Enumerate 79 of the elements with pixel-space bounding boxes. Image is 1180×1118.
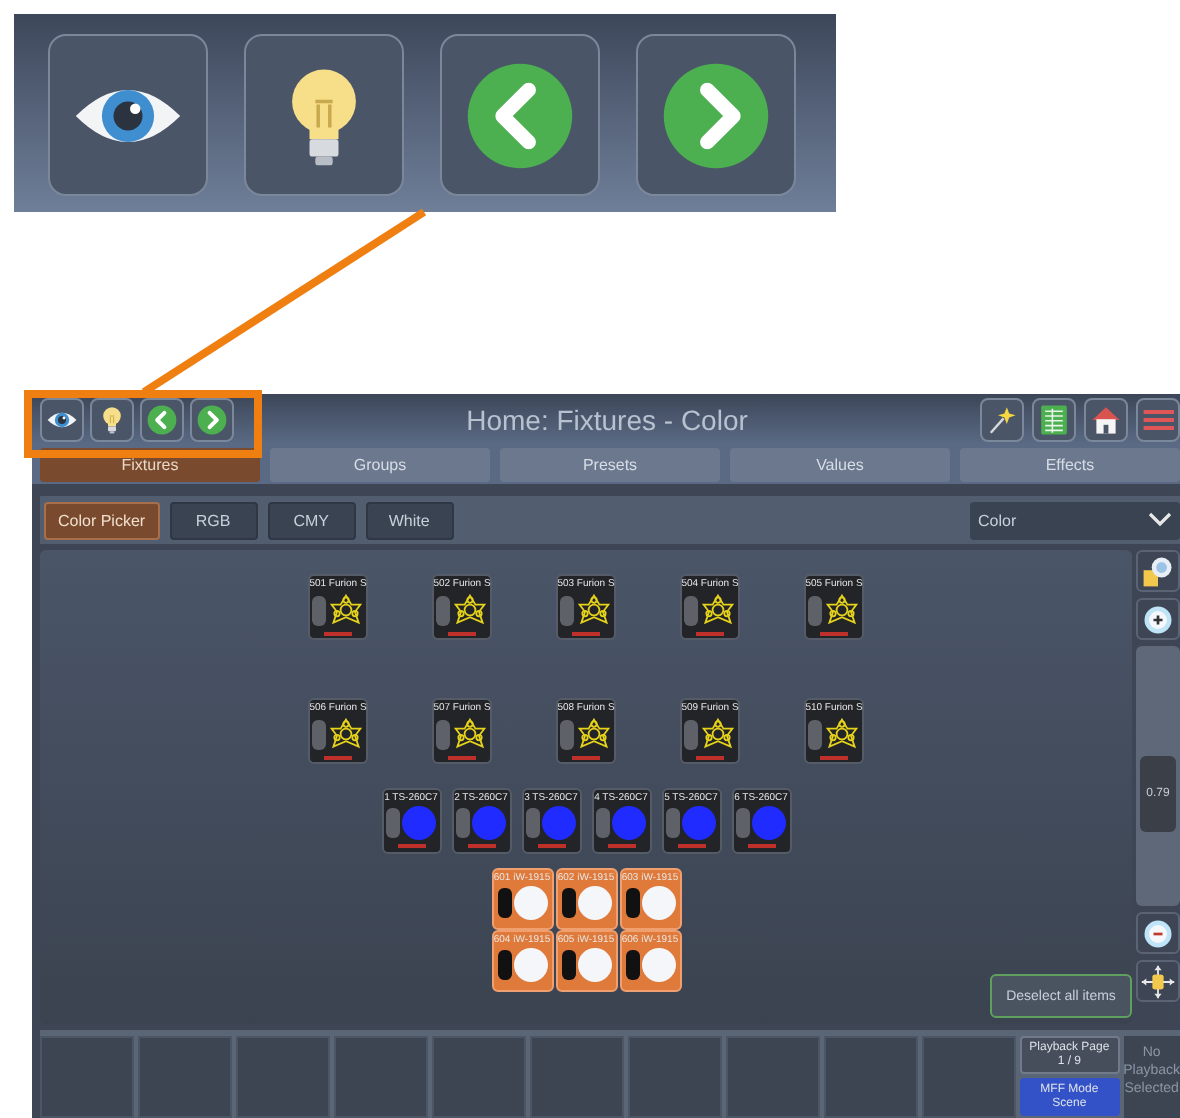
home-icon: [1090, 403, 1122, 435]
gobo-pattern-icon: [700, 716, 736, 752]
move-button[interactable]: [1136, 960, 1180, 1002]
color-picker-button[interactable]: [1136, 550, 1180, 592]
subtab[interactable]: CMY: [267, 501, 356, 539]
status-line: [397, 844, 425, 848]
status-line: [696, 756, 724, 760]
toolbar-button[interactable]: [48, 34, 208, 196]
chevron-left-icon: [146, 403, 178, 435]
subtab[interactable]: White: [365, 501, 454, 539]
intensity-bar: [312, 595, 326, 625]
subtab[interactable]: RGB: [169, 501, 258, 539]
toolbar-button[interactable]: [244, 34, 404, 196]
zoom-in-button[interactable]: [1136, 598, 1180, 640]
intensity-bar: [497, 888, 511, 918]
intensity-bar: [436, 719, 450, 749]
intensity-bar: [526, 808, 540, 838]
status-line: [572, 756, 600, 760]
zoom-out-button[interactable]: [1136, 912, 1180, 954]
intensity-bar: [456, 808, 470, 838]
status-line: [607, 844, 635, 848]
gobo-pattern-icon: [452, 592, 488, 628]
toolbar-button[interactable]: [636, 34, 796, 196]
intensity-bar: [560, 719, 574, 749]
gobo-pattern-icon: [700, 592, 736, 628]
gobo-pattern-icon: [824, 716, 860, 752]
zoom-in-icon: [1140, 601, 1176, 637]
intensity-bar: [497, 950, 511, 980]
status-line: [820, 756, 848, 760]
intensity-bar: [561, 950, 575, 980]
intensity-bar: [684, 719, 698, 749]
status-line: [572, 632, 600, 636]
gobo-pattern-icon: [576, 716, 612, 752]
status-line: [677, 844, 705, 848]
status-line: [448, 756, 476, 760]
intensity-bar: [808, 595, 822, 625]
toolbar-button[interactable]: [90, 397, 134, 441]
spreadsheet-icon: [1038, 403, 1070, 435]
gobo-pattern-icon: [452, 716, 488, 752]
status-line: [448, 632, 476, 636]
header-button[interactable]: [1032, 397, 1076, 441]
chevron-down-icon: [1148, 512, 1172, 528]
status-line: [467, 844, 495, 848]
intensity-bar: [808, 719, 822, 749]
gobo-pattern-icon: [328, 716, 364, 752]
subtab[interactable]: Color Picker: [44, 501, 160, 539]
header-button[interactable]: [980, 397, 1024, 441]
chevron-right-icon: [196, 403, 228, 435]
sparkle-wand-icon: [986, 403, 1018, 435]
intensity-bar: [736, 808, 750, 838]
intensity-bar: [596, 808, 610, 838]
zoom-out-icon: [1140, 915, 1176, 951]
mode-dropdown[interactable]: Color: [970, 501, 1180, 539]
gobo-pattern-icon: [576, 592, 612, 628]
intensity-bar: [436, 595, 450, 625]
gobo-pattern-icon: [328, 592, 364, 628]
toolbar-button[interactable]: [140, 397, 184, 441]
status-line: [820, 632, 848, 636]
intensity-bar: [684, 595, 698, 625]
status-line: [696, 632, 724, 636]
intensity-bar: [666, 808, 680, 838]
window-title: Home: Fixtures - Color: [464, 403, 750, 435]
status-line: [537, 844, 565, 848]
toolbar-button[interactable]: [40, 397, 84, 441]
status-line: [324, 756, 352, 760]
intensity-bar: [625, 950, 639, 980]
header-button[interactable]: [1084, 397, 1128, 441]
color-picker-icon: [1140, 553, 1176, 589]
intensity-bar: [561, 888, 575, 918]
toolbar-button[interactable]: [440, 34, 600, 196]
intensity-bar: [386, 808, 400, 838]
intensity-bar: [312, 719, 326, 749]
status-line: [324, 632, 352, 636]
intensity-bar: [560, 595, 574, 625]
toolbar-button[interactable]: [190, 397, 234, 441]
status-line: [747, 844, 775, 848]
gobo-pattern-icon: [824, 592, 860, 628]
intensity-bar: [625, 888, 639, 918]
move-arrows-icon: [1140, 963, 1176, 999]
